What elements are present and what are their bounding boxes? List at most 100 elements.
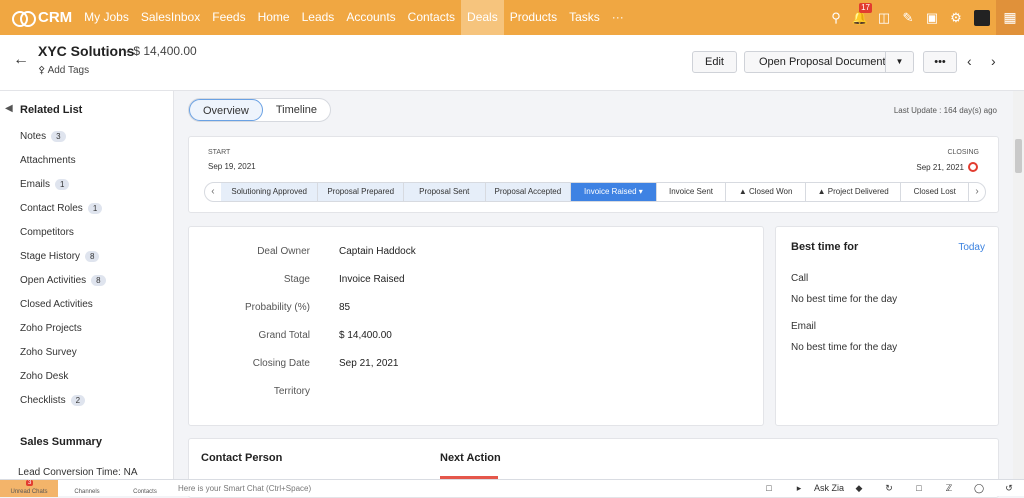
count-badge: 8: [91, 275, 106, 286]
document-icon[interactable]: □: [904, 483, 934, 493]
stage-project-delivered[interactable]: ▲ Project Delivered: [806, 183, 902, 201]
sidebar-item-competitors[interactable]: Competitors: [20, 227, 74, 238]
nav-tasks[interactable]: Tasks: [563, 0, 606, 35]
stage-proposal-sent[interactable]: Proposal Sent: [403, 183, 486, 201]
tab-overview[interactable]: Overview: [189, 99, 263, 121]
sidebar-item-zoho-projects[interactable]: Zoho Projects: [20, 323, 82, 334]
edit-button[interactable]: Edit: [692, 51, 737, 73]
notifications-bell-icon[interactable]: 🔔 17: [848, 0, 872, 35]
calendar-add-icon[interactable]: ◫: [872, 0, 896, 35]
tab-timeline[interactable]: Timeline: [263, 99, 330, 121]
zia-text-icon[interactable]: ℤ: [934, 483, 964, 494]
sidebar-item-attachments[interactable]: Attachments: [20, 155, 76, 166]
open-proposal-label: Open Proposal Document: [759, 56, 886, 68]
sidebar-item-stage-history[interactable]: Stage History 8: [20, 251, 100, 262]
count-badge: 1: [55, 179, 70, 190]
app-grid-icon[interactable]: ▦: [996, 0, 1024, 35]
contacts-button[interactable]: Contacts: [116, 480, 174, 497]
nav-deals[interactable]: Deals: [461, 0, 504, 35]
nav-more[interactable]: ···: [606, 0, 630, 35]
next-record-icon[interactable]: ›: [991, 53, 996, 69]
nav-accounts[interactable]: Accounts: [340, 0, 401, 35]
alarm-icon[interactable]: ◯: [964, 483, 994, 494]
marketplace-icon[interactable]: ▣: [920, 0, 944, 35]
stage-pipeline: ‹ Solutioning Approved Proposal Prepared…: [204, 182, 986, 202]
user-avatar[interactable]: [974, 9, 990, 26]
chevron-down-icon[interactable]: ▼: [885, 52, 913, 72]
sidebar-item-checklists[interactable]: Checklists 2: [20, 395, 86, 406]
stage-value[interactable]: Invoice Raised: [339, 274, 405, 285]
nav-salesinbox[interactable]: SalesInbox: [135, 0, 206, 35]
activity-icon[interactable]: ↻: [874, 483, 904, 494]
top-icons: ⚲ 🔔 17 ◫ ✎ ▣ ⚙ ▦: [824, 0, 1024, 35]
stage-proposal-accepted[interactable]: Proposal Accepted: [485, 183, 572, 201]
thumbs-up-icon: ▲: [738, 187, 749, 196]
ask-zia-button[interactable]: Ask Zia: [814, 483, 844, 493]
more-options-button[interactable]: •••: [923, 51, 957, 73]
view-tabs: Overview Timeline: [188, 98, 332, 122]
unread-chats-label: Unread Chats: [10, 488, 48, 495]
sidebar-item-open-activities[interactable]: Open Activities 8: [20, 275, 106, 286]
channels-button[interactable]: Channels: [58, 480, 116, 497]
closing-date-label: Closing Date: [252, 358, 310, 369]
nav-leads[interactable]: Leads: [296, 0, 341, 35]
stage-closed-lost[interactable]: Closed Lost: [901, 183, 970, 201]
nav-my-jobs[interactable]: My Jobs: [78, 0, 135, 35]
grand-total-value[interactable]: $ 14,400.00: [339, 330, 392, 341]
sidebar-item-label: Closed Activities: [20, 299, 93, 310]
zia-icon[interactable]: ◆: [844, 483, 874, 494]
sidebar-item-emails[interactable]: Emails 1: [20, 179, 70, 190]
main-nav: My Jobs SalesInbox Feeds Home Leads Acco…: [78, 0, 630, 35]
sidebar-item-label: Checklists: [20, 395, 66, 406]
deal-owner-label: Deal Owner: [257, 246, 310, 257]
closing-date-value[interactable]: Sep 21, 2021: [339, 358, 399, 369]
open-proposal-button[interactable]: Open Proposal Document ▼: [744, 51, 914, 73]
search-icon[interactable]: ⚲: [824, 0, 848, 35]
smart-chat-input[interactable]: Here is your Smart Chat (Ctrl+Space): [178, 484, 311, 493]
stage-invoice-sent[interactable]: Invoice Sent: [657, 183, 727, 201]
sidebar-item-notes[interactable]: Notes 3: [20, 131, 66, 142]
add-tags-link[interactable]: ⚴ Add Tags: [38, 65, 89, 76]
chat-footer-bar: 3 Unread Chats Channels Contacts Here is …: [0, 479, 1024, 497]
scrollbar-thumb[interactable]: [1015, 139, 1022, 173]
stage-label: Closed Won: [748, 187, 793, 196]
sidebar-item-zoho-survey[interactable]: Zoho Survey: [20, 347, 77, 358]
next-action-heading: Next Action: [440, 452, 501, 464]
email-label: Email: [791, 321, 817, 332]
last-update-text: Last Update : 164 day(s) ago: [893, 106, 997, 115]
nav-home[interactable]: Home: [252, 0, 296, 35]
deal-details-card: Deal Owner Captain Haddock Stage Invoice…: [188, 226, 764, 426]
nav-products[interactable]: Products: [504, 0, 563, 35]
crm-logo[interactable]: CRM: [12, 9, 72, 27]
deal-owner-value[interactable]: Captain Haddock: [339, 246, 416, 257]
call-best-time: No best time for the day: [791, 294, 898, 305]
sidebar-item-contact-roles[interactable]: Contact Roles 1: [20, 203, 103, 214]
nav-contacts[interactable]: Contacts: [402, 0, 461, 35]
territory-label: Territory: [273, 386, 310, 397]
scroll-left-icon[interactable]: ‹: [205, 183, 221, 201]
sidebar-item-zoho-desk[interactable]: Zoho Desk: [20, 371, 68, 382]
stage-solutioning-approved[interactable]: Solutioning Approved: [220, 183, 319, 201]
settings-gear-icon[interactable]: ⚙: [944, 0, 968, 35]
stage-proposal-prepared[interactable]: Proposal Prepared: [318, 183, 404, 201]
screen-share-icon[interactable]: □: [754, 483, 784, 493]
nav-feeds[interactable]: Feeds: [206, 0, 251, 35]
probability-value[interactable]: 85: [339, 302, 350, 313]
start-label: START: [208, 149, 231, 156]
deal-amount: - $ 14,400.00: [126, 44, 197, 58]
today-dropdown[interactable]: Today: [958, 242, 985, 253]
start-date: Sep 19, 2021: [208, 162, 256, 171]
stage-invoice-raised[interactable]: Invoice Raised ▾: [571, 183, 657, 201]
stage-closed-won[interactable]: ▲ Closed Won: [726, 183, 806, 201]
page-scrollbar[interactable]: [1013, 91, 1024, 479]
unread-chats-button[interactable]: 3 Unread Chats: [0, 479, 58, 497]
announcement-icon[interactable]: ▸: [784, 483, 814, 494]
compose-icon[interactable]: ✎: [896, 0, 920, 35]
previous-record-icon[interactable]: ‹: [967, 53, 972, 69]
call-label: Call: [791, 273, 809, 284]
scroll-right-icon[interactable]: ›: [969, 183, 985, 201]
back-arrow-icon[interactable]: ←: [13, 51, 29, 69]
sidebar-item-closed-activities[interactable]: Closed Activities: [20, 299, 93, 310]
collapse-sidebar-icon[interactable]: ◀: [5, 103, 13, 114]
history-icon[interactable]: ↺: [994, 483, 1024, 494]
